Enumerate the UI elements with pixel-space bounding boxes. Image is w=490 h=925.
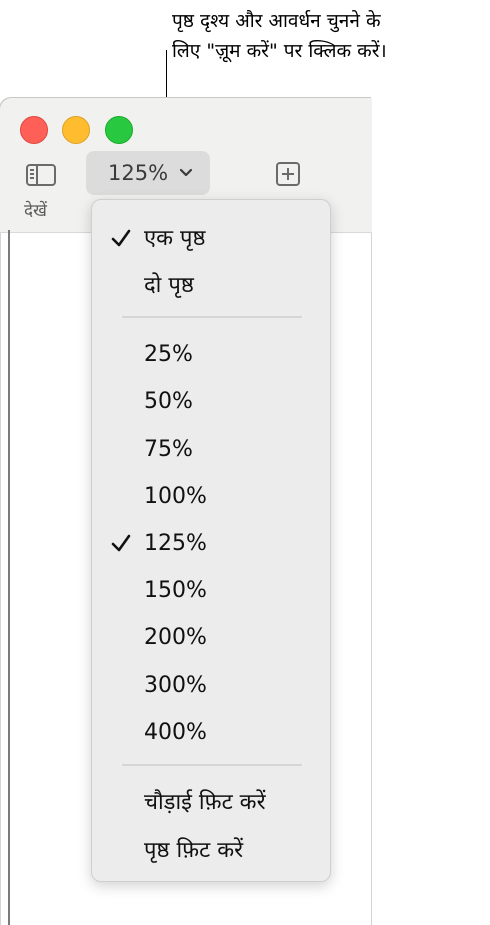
menu-item-zoom-200[interactable]: 200% (92, 617, 330, 661)
sidebar-icon (26, 164, 56, 186)
view-button[interactable]: देखें (20, 162, 60, 222)
menu-item-label: चौड़ाई फ़िट करें (144, 790, 266, 815)
minimize-window-button[interactable] (62, 116, 90, 144)
close-window-button[interactable] (20, 116, 48, 144)
menu-item-fit-page[interactable]: पृष्ठ फ़िट करें (92, 830, 330, 874)
checkmark-icon (111, 534, 131, 552)
menu-item-label: 200% (144, 625, 207, 650)
menu-item-zoom-400[interactable]: 400% (92, 712, 330, 756)
menu-item-zoom-125[interactable]: 125% (92, 523, 330, 567)
window-left-border (8, 230, 10, 925)
menu-item-zoom-50[interactable]: 50% (92, 381, 330, 425)
menu-separator (122, 764, 302, 766)
menu-item-label: 300% (144, 673, 207, 698)
menu-item-label: 125% (144, 531, 207, 556)
maximize-window-button[interactable] (105, 116, 133, 144)
menu-item-label: 150% (144, 578, 207, 603)
menu-item-label: 100% (144, 484, 207, 509)
menu-separator (122, 316, 302, 318)
menu-item-zoom-100[interactable]: 100% (92, 476, 330, 520)
menu-item-label: पृष्ठ फ़िट करें (144, 838, 244, 863)
menu-item-label: 400% (144, 720, 207, 745)
menu-item-label: दो पृष्ठ (144, 273, 194, 298)
zoom-button[interactable]: 125% (86, 151, 210, 195)
callout-line-2: लिए "ज़ूम करें" पर क्लिक करें। (172, 40, 387, 62)
menu-item-zoom-300[interactable]: 300% (92, 665, 330, 709)
zoom-value: 125% (108, 161, 169, 185)
callout-line-1: पृष्ठ दृश्य और आवर्धन चुनने के (172, 10, 381, 32)
menu-item-one-page[interactable]: एक पृष्ठ (92, 218, 330, 262)
menu-item-zoom-75[interactable]: 75% (92, 429, 330, 473)
menu-item-label: 25% (144, 342, 193, 367)
menu-item-label: 50% (144, 389, 193, 414)
checkmark-icon (111, 229, 131, 247)
callout-text: पृष्ठ दृश्य और आवर्धन चुनने के लिए "ज़ूम… (172, 6, 488, 66)
view-button-label: देखें (24, 201, 47, 221)
menu-item-two-pages[interactable]: दो पृष्ठ (92, 265, 330, 309)
plus-square-icon[interactable] (275, 161, 301, 187)
chevron-down-icon (179, 168, 193, 177)
menu-item-fit-width[interactable]: चौड़ाई फ़िट करें (92, 782, 330, 826)
menu-item-zoom-150[interactable]: 150% (92, 570, 330, 614)
zoom-dropdown-menu: एक पृष्ठ दो पृष्ठ 25% 50% 75% 100% 125% … (91, 199, 331, 882)
menu-item-label: एक पृष्ठ (144, 226, 206, 251)
screenshot-stage: पृष्ठ दृश्य और आवर्धन चुनने के लिए "ज़ूम… (0, 0, 490, 925)
menu-item-label: 75% (144, 437, 193, 462)
menu-item-zoom-25[interactable]: 25% (92, 334, 330, 378)
